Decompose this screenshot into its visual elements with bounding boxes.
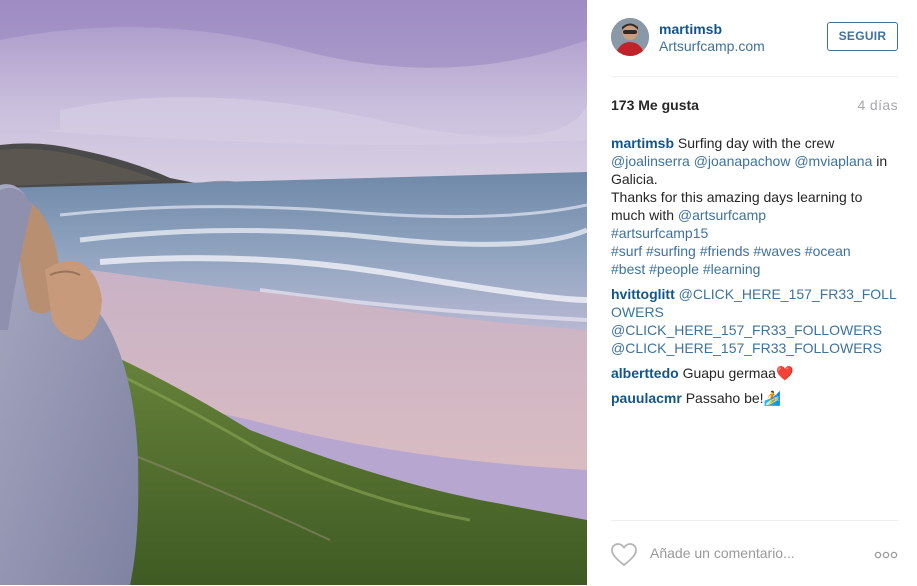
heart-outline-icon[interactable] [611, 543, 637, 567]
hashtag-link[interactable]: #friends [700, 243, 750, 259]
comment-text: Guapu germaa [682, 365, 776, 381]
post-age[interactable]: 4 días [857, 97, 898, 113]
comment-input[interactable] [650, 545, 850, 561]
hashtag-link[interactable]: #surfing [646, 243, 696, 259]
caption-line-7: #surf #surfing #friends #waves #ocean [611, 242, 901, 260]
username-link[interactable]: martimsb [659, 21, 722, 37]
mention-link[interactable]: @CLICK_HERE_157_FR33_FOLL [679, 286, 897, 302]
avatar[interactable] [611, 18, 649, 56]
hashtag-link[interactable]: #surf [611, 243, 642, 259]
caption-text: Surfing day with the crew [674, 135, 835, 151]
post-details-panel: martimsb Artsurfcamp.com SEGUIR 173 Me g… [587, 0, 917, 585]
post-header: martimsb Artsurfcamp.com SEGUIR [611, 18, 898, 77]
likes-count[interactable]: 173 Me gusta [611, 97, 699, 113]
caption-text: Thanks for this amazing days learning to [611, 189, 863, 205]
comment-line: @CLICK_HERE_157_FR33_FOLLOWERS [611, 321, 901, 339]
heart-emoji-icon: ❤️ [775, 365, 794, 381]
hashtag-link[interactable]: #people [649, 261, 699, 277]
comment-line: @CLICK_HERE_157_FR33_FOLLOWERS [611, 339, 901, 357]
post-stats: 173 Me gusta 4 días [611, 97, 898, 117]
caption-line-8: #best #people #learning [611, 260, 901, 278]
comment-item: pauulacmr Passaho be!🏄 [611, 389, 901, 407]
comment-line: hvittoglitt @CLICK_HERE_157_FR33_FOLL [611, 285, 901, 303]
comment-author[interactable]: hvittoglitt [611, 286, 675, 302]
mention-link[interactable]: @joanapachow [694, 153, 791, 169]
follow-button[interactable]: SEGUIR [827, 22, 898, 51]
comments-list: martimsb Surfing day with the crew @joal… [611, 134, 901, 414]
more-options-icon[interactable] [874, 551, 898, 559]
comment-item: alberttedo Guapu germaa❤️ [611, 364, 901, 382]
mention-link[interactable]: OWERS [611, 304, 664, 320]
surfer-emoji-icon: 🏄 [763, 390, 781, 406]
caption-text: in [872, 153, 888, 169]
post-footer [611, 520, 898, 586]
comment-author[interactable]: pauulacmr [611, 390, 682, 406]
mention-link[interactable]: @artsurfcamp [678, 207, 766, 223]
caption-line-6: #artsurfcamp15 [611, 224, 901, 242]
hashtag-link[interactable]: #waves [753, 243, 800, 259]
caption-line-5: much with @artsurfcamp [611, 206, 901, 224]
caption-line-1: martimsb Surfing day with the crew [611, 134, 901, 152]
mention-link[interactable]: @CLICK_HERE_157_FR33_FOLLOWERS [611, 322, 882, 338]
mention-link[interactable]: @mviaplana [794, 153, 872, 169]
caption: martimsb Surfing day with the crew @joal… [611, 134, 901, 278]
comment-text: Passaho be! [685, 390, 764, 406]
comment-author[interactable]: alberttedo [611, 365, 679, 381]
beach-photo-image [0, 0, 587, 585]
comment-line: OWERS [611, 303, 901, 321]
location-link[interactable]: Artsurfcamp.com [659, 38, 765, 54]
caption-text: Galicia. [611, 171, 658, 187]
hashtag-link[interactable]: #artsurfcamp15 [611, 225, 708, 241]
comment-author[interactable]: martimsb [611, 135, 674, 151]
post-photo[interactable] [0, 0, 587, 585]
avatar-image [611, 18, 649, 56]
caption-text: much with [611, 207, 678, 223]
caption-line-2: @joalinserra @joanapachow @mviaplana in [611, 152, 901, 170]
mention-link[interactable]: @joalinserra [611, 153, 690, 169]
comment-item: hvittoglitt @CLICK_HERE_157_FR33_FOLL OW… [611, 285, 901, 357]
mention-link[interactable]: @CLICK_HERE_157_FR33_FOLLOWERS [611, 340, 882, 356]
hashtag-link[interactable]: #best [611, 261, 645, 277]
hashtag-link[interactable]: #ocean [805, 243, 851, 259]
hashtag-link[interactable]: #learning [703, 261, 761, 277]
